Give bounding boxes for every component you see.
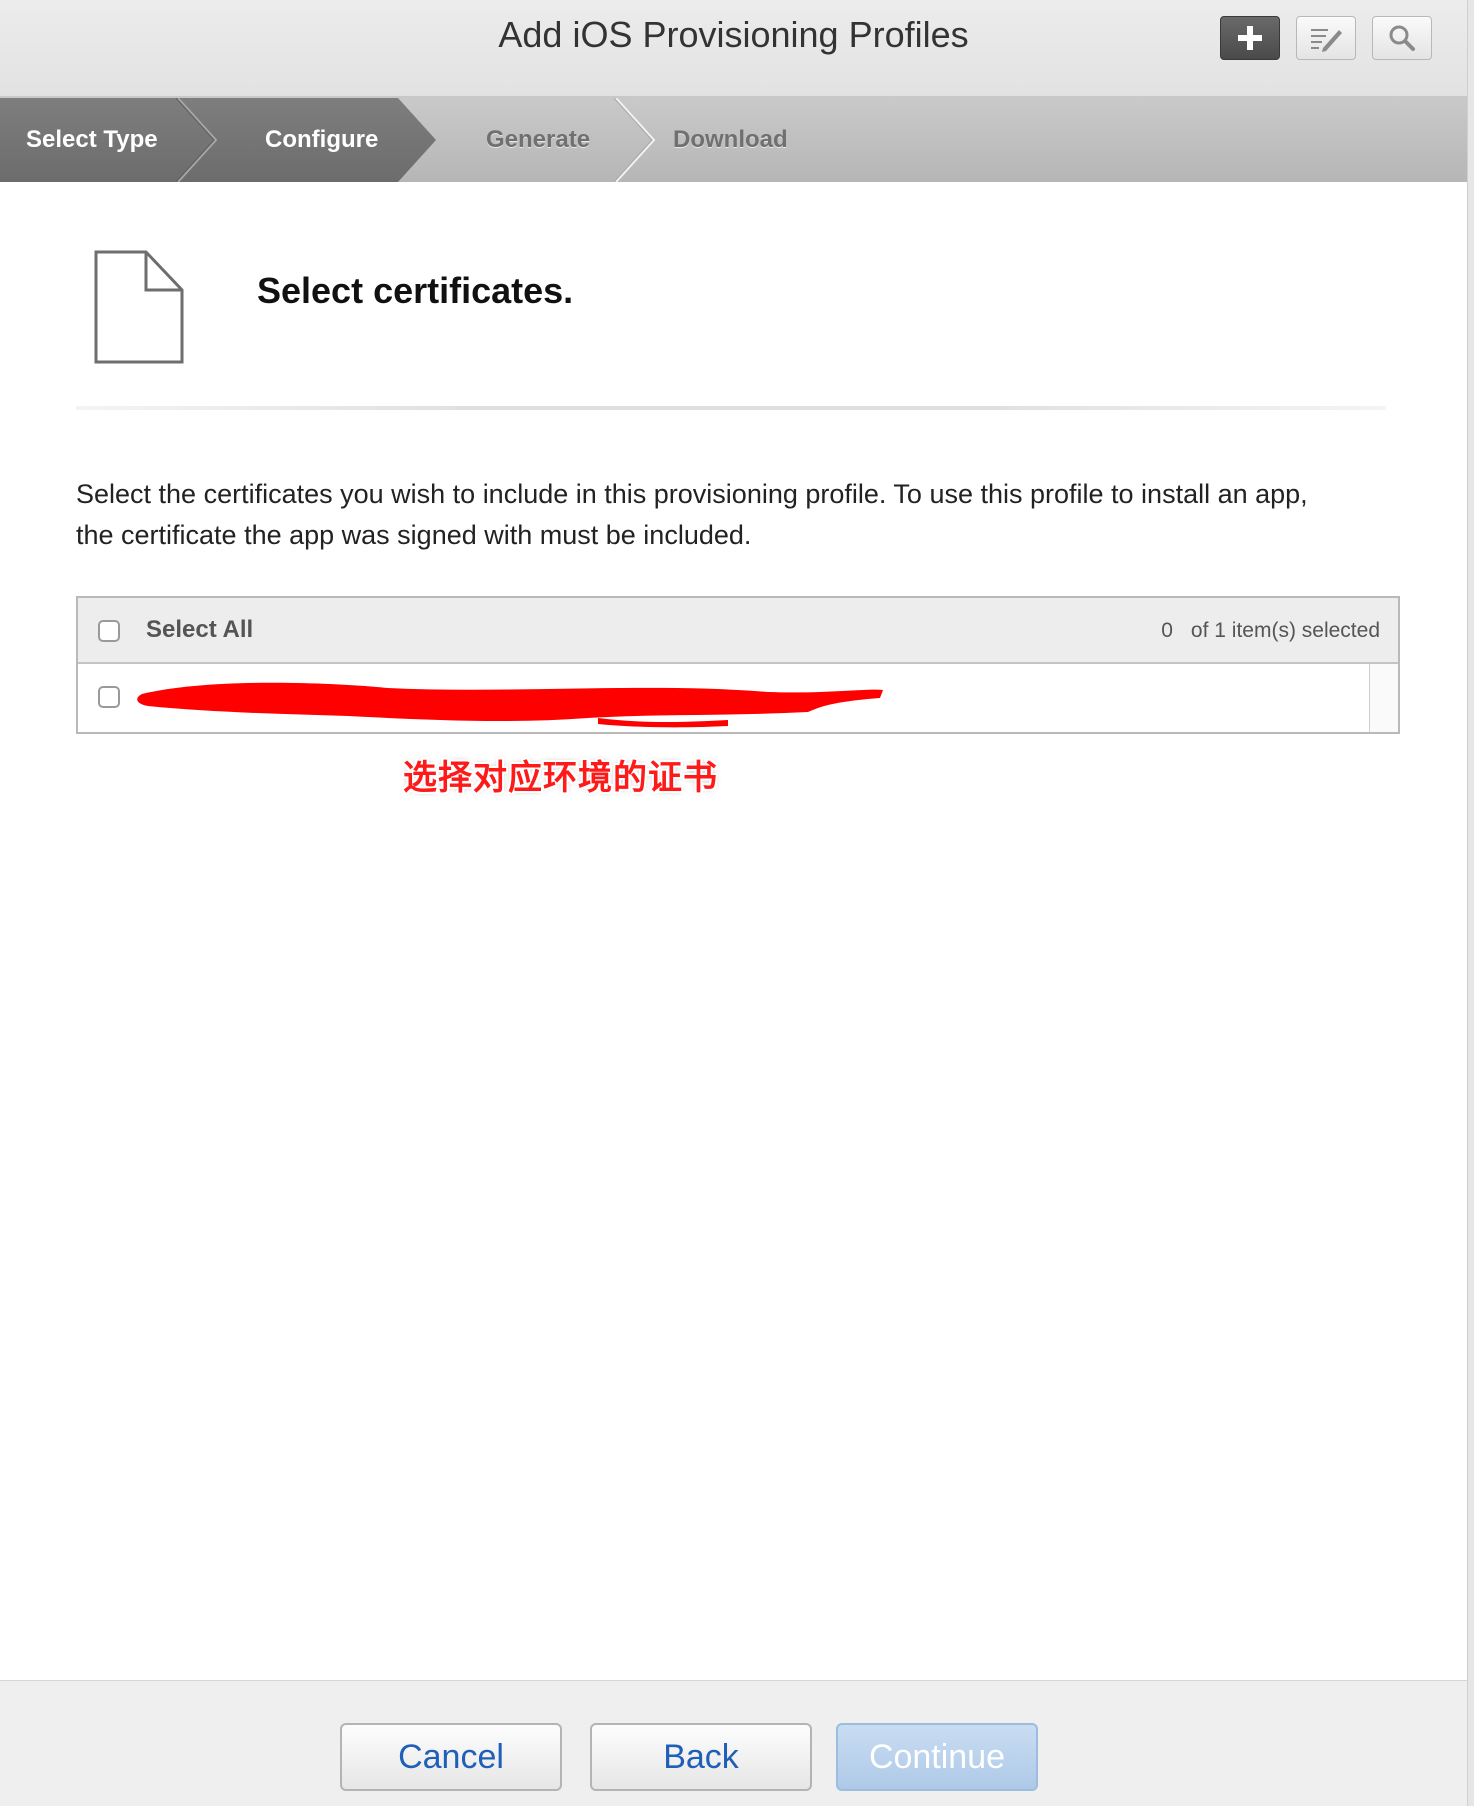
step-configure: Configure [265,126,379,153]
select-all-label: Select All [146,616,254,643]
step-select-type: Select Type [26,126,158,153]
redaction-scribble [128,672,888,733]
select-all-checkbox[interactable] [98,620,120,642]
window-edge [1467,0,1474,1806]
add-button[interactable] [1220,16,1280,60]
document-icon [94,250,186,369]
section-divider [76,406,1386,410]
back-button[interactable]: Back [590,1723,812,1791]
continue-button[interactable]: Continue [836,1723,1038,1791]
search-icon [1388,24,1416,52]
step-progress-bar: Select Type Configure Generate Download [0,98,1467,182]
certificate-row-checkbox[interactable] [98,686,120,708]
selected-count-number: 0 [1161,619,1173,642]
step-download: Download [673,126,788,153]
footer-bar: Cancel Back Continue [0,1680,1467,1806]
header-bar: Add iOS Provisioning Profiles [0,0,1467,98]
plus-icon [1236,24,1264,52]
step-generate: Generate [486,126,591,153]
description-line-2: the certificate the app was signed with … [76,520,752,550]
edit-button[interactable] [1296,16,1356,60]
section-title: Select certificates. [257,270,574,311]
description-line-1: Select the certificates you wish to incl… [76,479,1308,509]
selection-count: 0 of 1 item(s) selected [1161,619,1380,643]
page [0,0,1467,1806]
table-header: Select All 0 of 1 item(s) selected [78,598,1398,664]
selected-count-text: of 1 item(s) selected [1190,619,1380,642]
cancel-button[interactable]: Cancel [340,1723,562,1791]
search-button[interactable] [1372,16,1432,60]
table-scrollbar[interactable] [1369,664,1398,732]
edit-list-icon [1308,24,1344,52]
annotation-label: 选择对应环境的证书 [403,758,718,798]
description: Select the certificates you wish to incl… [76,474,1376,556]
